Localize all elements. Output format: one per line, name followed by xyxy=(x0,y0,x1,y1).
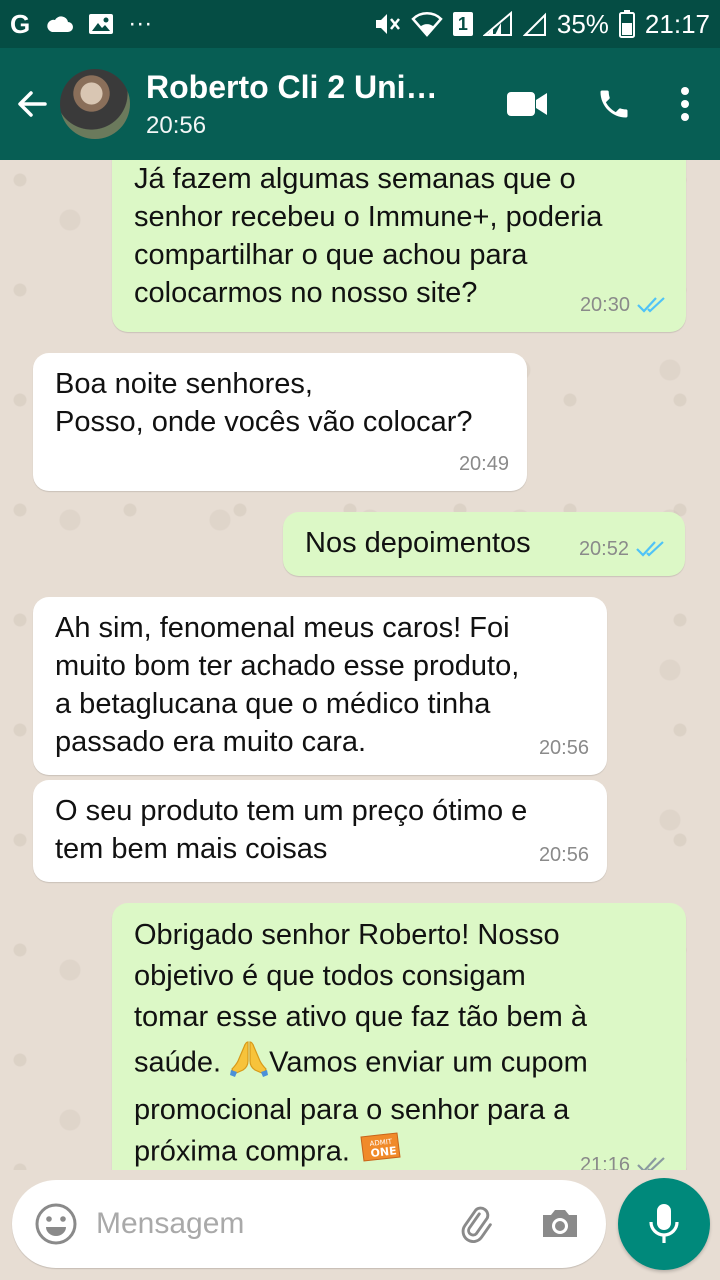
message-meta: 20:56 xyxy=(539,729,589,767)
wifi-icon xyxy=(411,11,443,37)
message-time: 20:56 xyxy=(538,844,589,866)
message-meta: 20:56 xyxy=(539,836,589,874)
last-seen: 20:56 xyxy=(146,111,207,139)
signal-icon xyxy=(482,11,513,37)
message-meta: 20:30 xyxy=(580,286,668,324)
message-time: 20:30 xyxy=(579,294,630,316)
back-button[interactable] xyxy=(4,48,60,160)
camera-button[interactable] xyxy=(538,1202,582,1251)
attach-button[interactable] xyxy=(454,1202,498,1251)
message-meta: 21:16 xyxy=(580,1145,668,1170)
mute-icon xyxy=(373,11,401,37)
message-bubble-incoming[interactable]: O seu produto tem um preço ótimo e tem b… xyxy=(33,780,607,882)
message-time: 20:49 xyxy=(458,453,509,475)
camera-icon xyxy=(543,1210,577,1237)
sim-badge: 1 xyxy=(452,12,473,36)
message-bubble-incoming[interactable]: Ah sim, fenomenal meus caros! Foi muito … xyxy=(33,597,607,775)
video-camera-icon xyxy=(507,92,547,116)
message-text: Boa noite senhores, Posso, onde vocês vã… xyxy=(55,368,473,438)
message-text: O seu produto tem um preço ótimo e tem b… xyxy=(55,795,528,865)
contact-info[interactable]: Roberto Cli 2 Uni… 20:56 xyxy=(146,69,456,140)
message-meta: 20:52 xyxy=(579,530,667,568)
read-ticks-icon xyxy=(636,296,668,314)
more-notifications-icon: ··· xyxy=(128,10,153,37)
signal-2-icon xyxy=(522,11,547,37)
message-meta: 20:49 xyxy=(459,445,509,483)
message-bubble-incoming[interactable]: Boa noite senhores, Posso, onde vocês vã… xyxy=(33,353,527,491)
message-bubble-outgoing[interactable]: Nos depoimentos 20:52 xyxy=(283,512,685,576)
gallery-icon xyxy=(88,12,114,36)
menu-button[interactable] xyxy=(680,86,690,122)
chat-header: Roberto Cli 2 Uni… 20:56 xyxy=(0,48,720,160)
battery-percent: 35% xyxy=(556,8,609,39)
chat-title: Roberto Cli 2 Uni… xyxy=(146,68,438,105)
microphone-icon xyxy=(649,1204,679,1243)
battery-icon xyxy=(618,10,635,38)
message-list[interactable]: Já fazem algumas semanas que o senhor re… xyxy=(0,160,720,1170)
phone-icon xyxy=(600,90,628,118)
folded-hands-icon xyxy=(229,1038,269,1090)
message-time: 20:52 xyxy=(578,538,629,560)
message-time: 20:56 xyxy=(538,737,589,759)
google-icon: G xyxy=(10,8,31,39)
message-input[interactable] xyxy=(96,1207,426,1241)
message-input-container[interactable] xyxy=(12,1180,606,1268)
more-vertical-icon xyxy=(681,87,689,121)
compose-bar xyxy=(0,1170,720,1280)
video-call-button[interactable] xyxy=(506,90,548,118)
ticket-one-text: ONE xyxy=(370,1144,397,1160)
read-ticks-icon xyxy=(635,540,667,558)
admission-ticket-icon: ADMIT ONE xyxy=(358,1131,402,1170)
message-text: Ah sim, fenomenal meus caros! Foi muito … xyxy=(55,612,520,758)
status-bar: G ··· 1 35% 21:17 xyxy=(0,0,720,48)
emoji-button[interactable] xyxy=(16,1202,96,1246)
avatar[interactable] xyxy=(60,69,130,139)
message-bubble-outgoing[interactable]: Obrigado senhor Roberto! Nosso objetivo … xyxy=(112,903,686,1170)
message-bubble-outgoing[interactable]: Já fazem algumas semanas que o senhor re… xyxy=(112,160,686,332)
message-text: Obrigado senhor Roberto! Nosso objetivo … xyxy=(134,915,666,1170)
clock: 21:17 xyxy=(644,8,710,39)
smiley-icon xyxy=(35,1203,77,1245)
read-ticks-icon xyxy=(636,1156,668,1170)
cloud-icon xyxy=(44,14,74,34)
message-time: 21:16 xyxy=(579,1154,630,1170)
arrow-left-icon xyxy=(18,91,47,117)
voice-call-button[interactable] xyxy=(596,86,632,122)
voice-message-button[interactable] xyxy=(618,1178,710,1270)
paperclip-icon xyxy=(461,1206,492,1244)
